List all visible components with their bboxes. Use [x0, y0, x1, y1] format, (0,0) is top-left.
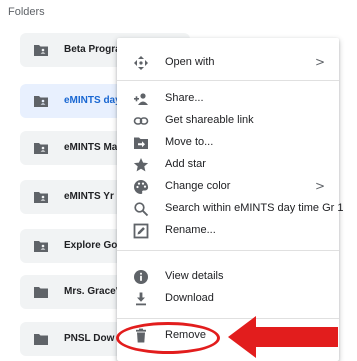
menu-item-label: Move to... — [165, 136, 214, 148]
move-to-folder-icon — [134, 137, 148, 149]
menu-item-share[interactable]: Share... — [117, 88, 339, 110]
menu-item-view-details[interactable]: View details — [117, 266, 339, 288]
menu-item-search-within[interactable]: Search within eMINTS day time Gr 1 — [117, 198, 344, 220]
folder-name: Explore Goo — [64, 240, 124, 251]
menu-item-label: Download — [165, 292, 214, 304]
menu-item-label: View details — [165, 270, 224, 282]
menu-item-label: Rename... — [165, 224, 216, 236]
menu-item-open-with[interactable]: Open with > — [117, 52, 339, 74]
menu-item-label: Get shareable link — [165, 114, 254, 126]
menu-item-add-star[interactable]: Add star — [117, 154, 339, 176]
download-icon — [136, 292, 146, 306]
menu-divider — [117, 250, 339, 251]
menu-item-rename[interactable]: Rename... — [117, 220, 339, 242]
menu-divider — [117, 80, 339, 81]
shared-folder-icon — [34, 192, 48, 203]
shared-folder-icon — [34, 45, 48, 56]
open-with-icon — [134, 56, 148, 70]
menu-item-get-link[interactable]: Get shareable link — [117, 110, 339, 132]
rename-pencil-icon — [133, 223, 149, 239]
menu-item-label: Share... — [165, 92, 204, 104]
menu-item-label: Search within eMINTS day time Gr 1 — [165, 202, 344, 214]
folder-icon — [34, 287, 48, 298]
folder-icon — [34, 334, 48, 345]
link-icon — [133, 117, 149, 125]
annotation-arrow-icon — [228, 316, 338, 358]
menu-item-change-color[interactable]: Change color > — [117, 176, 339, 198]
info-icon — [134, 270, 148, 284]
share-person-add-icon — [134, 93, 148, 105]
menu-item-download[interactable]: Download — [117, 288, 339, 310]
folder-name: eMINTS day — [64, 95, 121, 106]
folder-name: Mrs. Grace's — [64, 286, 124, 297]
shared-folder-icon — [34, 241, 48, 252]
search-icon — [134, 202, 149, 217]
section-title-folders: Folders — [8, 6, 45, 18]
chevron-right-icon: > — [314, 179, 325, 193]
chevron-right-icon: > — [314, 55, 325, 69]
folder-name: eMINTS Yr 1 — [64, 191, 123, 202]
menu-item-label: Open with — [165, 56, 215, 68]
palette-icon — [134, 180, 149, 194]
star-icon — [133, 158, 149, 172]
shared-folder-icon — [34, 96, 48, 107]
folder-name: Beta Prograi — [64, 44, 124, 55]
menu-item-move-to[interactable]: Move to... — [117, 132, 339, 154]
menu-item-label: Change color — [165, 180, 231, 192]
context-menu: Open with > Share... Get shareable link — [117, 38, 344, 361]
menu-item-label: Add star — [165, 158, 206, 170]
folder-name: PNSL Dow — [64, 333, 115, 344]
shared-folder-icon — [34, 143, 48, 154]
annotation-highlight-ellipse — [116, 322, 220, 354]
folder-name: eMINTS Mal — [64, 142, 121, 153]
